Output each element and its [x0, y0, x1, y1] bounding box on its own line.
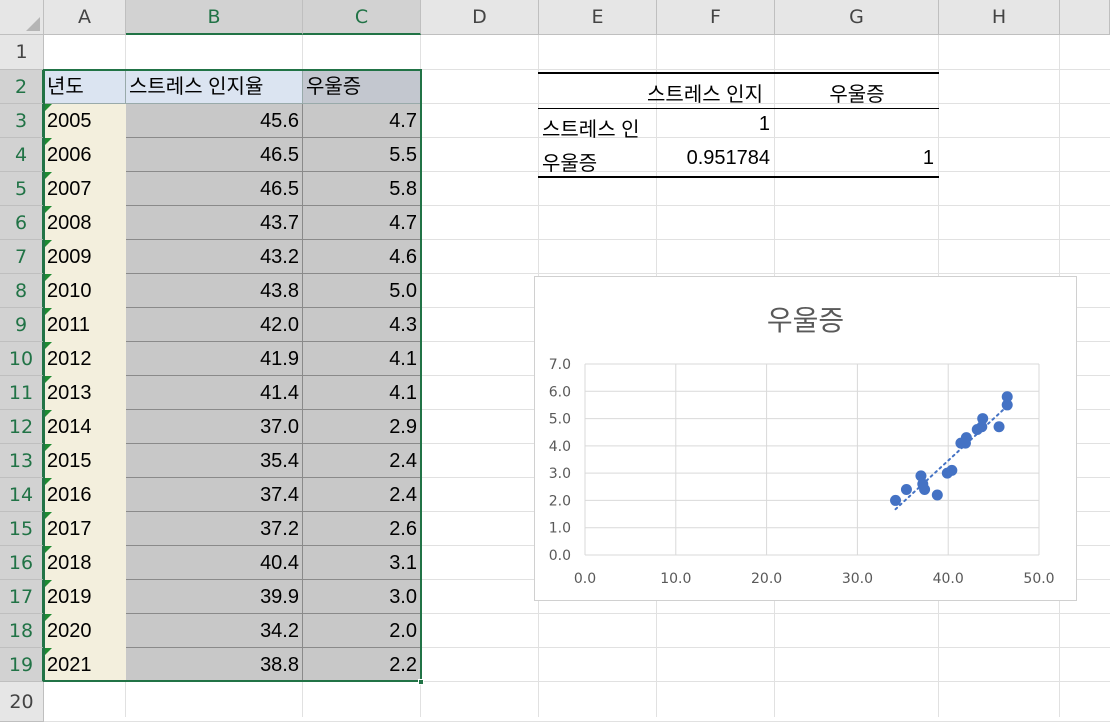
row-header-13[interactable]: 13 — [0, 444, 44, 478]
data-point — [941, 467, 953, 479]
column-header-f[interactable]: F — [657, 0, 775, 35]
row-header-8[interactable]: 8 — [0, 274, 44, 308]
row-header-1[interactable]: 1 — [0, 35, 44, 70]
row-header-14[interactable]: 14 — [0, 478, 44, 512]
correlation-row-label[interactable]: 우울증 — [542, 147, 597, 176]
correlation-value[interactable]: 1 — [923, 147, 934, 170]
correlation-row-label[interactable]: 스트레스 인 — [542, 113, 640, 142]
column-header-d[interactable]: D — [421, 0, 539, 35]
data-point — [900, 484, 912, 496]
data-point — [931, 489, 943, 501]
selection-outline — [43, 69, 422, 682]
data-point — [1001, 391, 1013, 403]
column-header-h[interactable]: H — [939, 0, 1060, 35]
x-tick-label: 10.0 — [660, 571, 691, 587]
trendline — [894, 405, 1009, 511]
select-all-corner[interactable] — [0, 0, 44, 35]
data-point — [993, 421, 1005, 433]
data-point — [917, 478, 929, 490]
fill-handle[interactable] — [418, 679, 424, 685]
y-tick-label: 3.0 — [549, 466, 571, 482]
x-tick-label: 0.0 — [574, 571, 596, 587]
x-tick-label: 50.0 — [1023, 571, 1054, 587]
row-header-16[interactable]: 16 — [0, 546, 44, 580]
x-tick-label: 40.0 — [933, 571, 964, 587]
x-tick-label: 20.0 — [751, 571, 782, 587]
table-rule — [538, 176, 939, 178]
row-header-20[interactable]: 20 — [0, 682, 44, 722]
y-tick-label: 6.0 — [549, 384, 571, 400]
correlation-value[interactable]: 1 — [759, 113, 770, 136]
correlation-header-depression[interactable]: 우울증 — [777, 78, 937, 107]
data-point — [890, 494, 902, 506]
row-header-19[interactable]: 19 — [0, 648, 44, 682]
row-header-2[interactable]: 2 — [0, 70, 44, 104]
column-header-e[interactable]: E — [539, 0, 657, 35]
column-header-c[interactable]: C — [303, 0, 421, 35]
correlation-value[interactable]: 0.951784 — [687, 147, 770, 170]
row-header-3[interactable]: 3 — [0, 104, 44, 138]
correlation-header-stress[interactable]: 스트레스 인지 — [625, 78, 785, 107]
chart-plot-area: 0.0 1.0 2.0 3.0 4.0 5.0 6.0 7.0 0.0 10.0 20.0 30.0 4… — [549, 357, 1055, 587]
row-header-18[interactable]: 18 — [0, 614, 44, 648]
table-rule — [538, 108, 939, 109]
row-header-9[interactable]: 9 — [0, 308, 44, 342]
row-header-15[interactable]: 15 — [0, 512, 44, 546]
y-tick-label: 0.0 — [549, 548, 571, 564]
row-header-6[interactable]: 6 — [0, 206, 44, 240]
y-tick-label: 2.0 — [549, 493, 571, 509]
data-point — [971, 423, 983, 435]
column-header-filler — [1060, 0, 1110, 35]
row-header-11[interactable]: 11 — [0, 376, 44, 410]
row-header-17[interactable]: 17 — [0, 580, 44, 614]
y-tick-label: 7.0 — [549, 357, 571, 373]
column-header-a[interactable]: A — [44, 0, 126, 35]
y-tick-label: 4.0 — [549, 439, 571, 455]
row-header-10[interactable]: 10 — [0, 342, 44, 376]
data-point — [977, 413, 989, 425]
table-rule — [538, 72, 939, 74]
row-header-7[interactable]: 7 — [0, 240, 44, 274]
y-tick-label: 5.0 — [549, 412, 571, 428]
data-point — [955, 437, 967, 449]
column-header-g[interactable]: G — [775, 0, 939, 35]
y-tick-label: 1.0 — [549, 521, 571, 537]
x-tick-label: 30.0 — [842, 571, 873, 587]
row-header-12[interactable]: 12 — [0, 410, 44, 444]
column-header-b[interactable]: B — [126, 0, 303, 35]
scatter-chart[interactable]: 우울증 0.0 1.0 2.0 3.0 4.0 5.0 6.0 7.0 0.0 10.0 20.0 3… — [534, 276, 1077, 601]
row-header-5[interactable]: 5 — [0, 172, 44, 206]
row-header-4[interactable]: 4 — [0, 138, 44, 172]
